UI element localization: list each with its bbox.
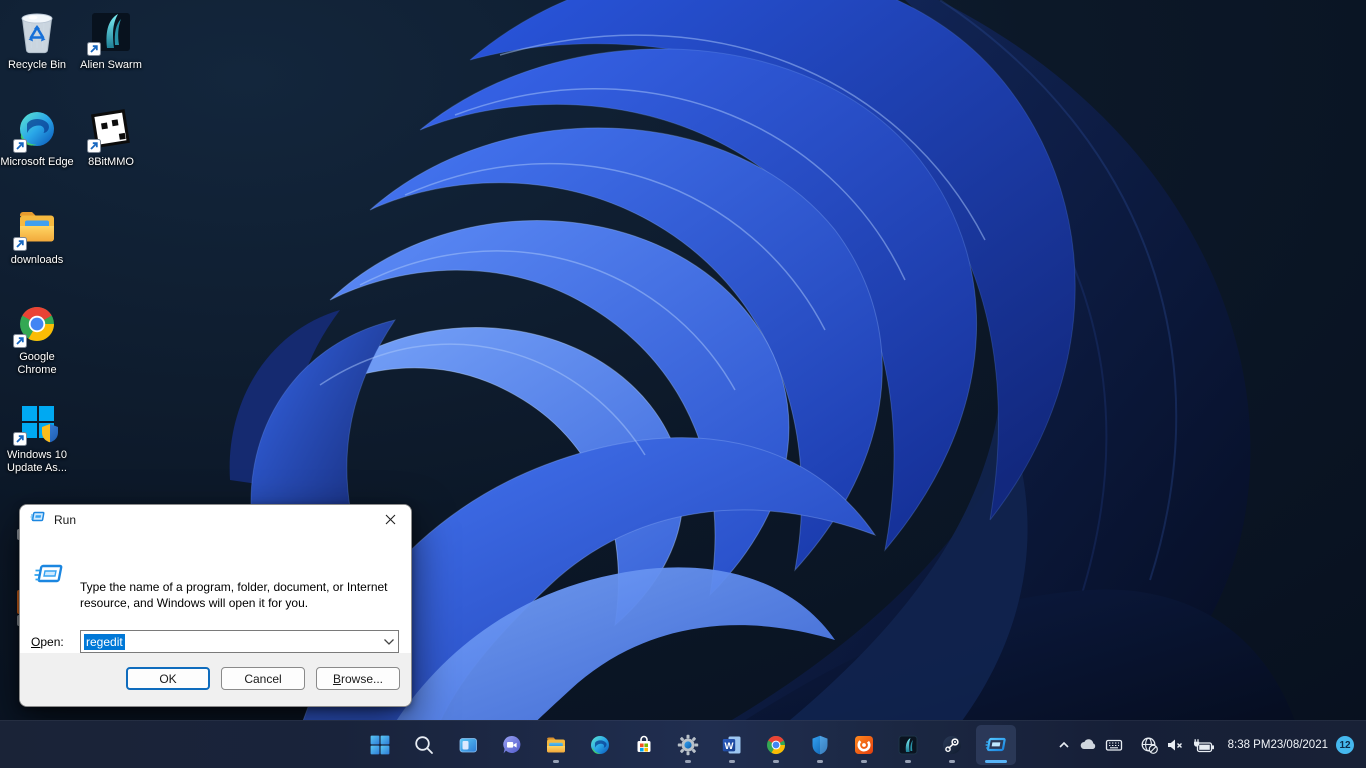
desktop-icon-label: downloads [0,254,74,267]
clock[interactable]: 8:38 PM 23/08/2021 [1228,738,1328,752]
task-view-button[interactable] [448,725,488,765]
desktop-icon-microsoft-edge[interactable]: Microsoft Edge [0,105,74,169]
shortcut-arrow-icon [13,139,27,153]
edge-button[interactable] [580,725,620,765]
hidden-icons-chevron-icon[interactable] [1053,725,1075,765]
desktop-icon-label: Alien Swarm [74,59,148,72]
svg-text:W: W [725,741,734,752]
run-app-icon [30,509,46,530]
close-button[interactable] [370,505,411,534]
running-indicator [861,760,867,763]
file-explorer-button[interactable] [536,725,576,765]
description-line2: resource, and Windows will open it for y… [80,595,388,611]
chrome-button[interactable] [756,725,796,765]
volume-muted-icon[interactable] [1162,725,1188,765]
shortcut-arrow-icon [87,42,101,56]
running-indicator [949,760,955,763]
open-label: Open: [31,635,64,649]
desktop-icon-recycle-bin[interactable]: Recycle Bin [0,8,74,72]
system-tray: 8:38 PM 23/08/2021 12 [1053,721,1354,768]
combobox-dropdown-icon[interactable] [383,638,395,646]
run-dialog-description: Type the name of a program, folder, docu… [80,579,388,611]
desktop-icon-label: Windows 10 Update As... [0,449,74,475]
settings-button[interactable] [668,725,708,765]
tray-date: 23/08/2021 [1270,738,1328,752]
active-window-indicator [985,760,1007,763]
run-dialog-body: Type the name of a program, folder, docu… [20,534,411,653]
microsoft-store-button[interactable] [624,725,664,765]
run-dialog-footer: OK Cancel Browse... [20,653,411,707]
battery-charging-icon[interactable] [1188,725,1218,765]
shortcut-arrow-icon [87,139,101,153]
windows-11-desktop: Recycle Bin Alien Swarm [0,0,1366,768]
run-dialog-icon [33,558,67,597]
orange-swirl-app-button[interactable] [844,725,884,765]
alien-swarm-taskbar-button[interactable] [888,725,928,765]
desktop-icon-label: Google Chrome [0,351,74,377]
running-indicator [729,760,735,763]
taskbar-center-group: W [360,725,1016,765]
desktop-icon-label: Microsoft Edge [0,156,74,169]
taskbar: W [0,720,1366,768]
notification-count-badge[interactable]: 12 [1336,736,1354,754]
chrome-icon [13,300,61,348]
running-indicator [685,760,691,763]
desktop-icon-downloads[interactable]: downloads [0,203,74,267]
shortcut-arrow-icon [13,237,27,251]
run-input-combobox[interactable]: regedit [80,630,399,653]
run-dialog-titlebar[interactable]: Run [20,505,411,534]
windows-update-icon [13,398,61,446]
edge-icon [13,105,61,153]
desktop-icon-label: Recycle Bin [0,59,74,72]
run-dialog-window: Run Type the name of a program, folder, … [19,504,412,707]
network-no-internet-icon[interactable] [1137,725,1162,765]
desktop-icon-google-chrome[interactable]: Google Chrome [0,300,74,377]
tray-time: 8:38 PM [1228,738,1271,752]
browse-button[interactable]: Browse... [316,667,400,690]
onedrive-icon[interactable] [1075,725,1101,765]
desktop-icon-label: 8BitMMO [74,156,148,169]
running-indicator [905,760,911,763]
run-input-value[interactable]: regedit [84,634,125,650]
desktop-icon-alien-swarm[interactable]: Alien Swarm [74,8,148,72]
desktop-icon-windows-10-update-assistant[interactable]: Windows 10 Update As... [0,398,74,475]
run-taskbar-button[interactable] [976,725,1016,765]
running-indicator [773,760,779,763]
running-indicator [553,760,559,763]
search-button[interactable] [404,725,444,765]
ok-button[interactable]: OK [126,667,210,690]
recycle-bin-icon [13,8,61,56]
8bitmmo-icon [87,105,135,153]
word-button[interactable]: W [712,725,752,765]
chat-button[interactable] [492,725,532,765]
description-line1: Type the name of a program, folder, docu… [80,579,388,595]
shortcut-arrow-icon [13,334,27,348]
desktop-icon-8bitmmo[interactable]: 8BitMMO [74,105,148,169]
alien-swarm-icon [87,8,135,56]
windows-security-button[interactable] [800,725,840,765]
running-indicator [817,760,823,763]
downloads-folder-icon [13,203,61,251]
start-button[interactable] [360,725,400,765]
cancel-button[interactable]: Cancel [221,667,305,690]
run-dialog-title: Run [54,513,370,527]
shortcut-arrow-icon [13,432,27,446]
steam-button[interactable] [932,725,972,765]
touch-keyboard-icon[interactable] [1101,725,1127,765]
